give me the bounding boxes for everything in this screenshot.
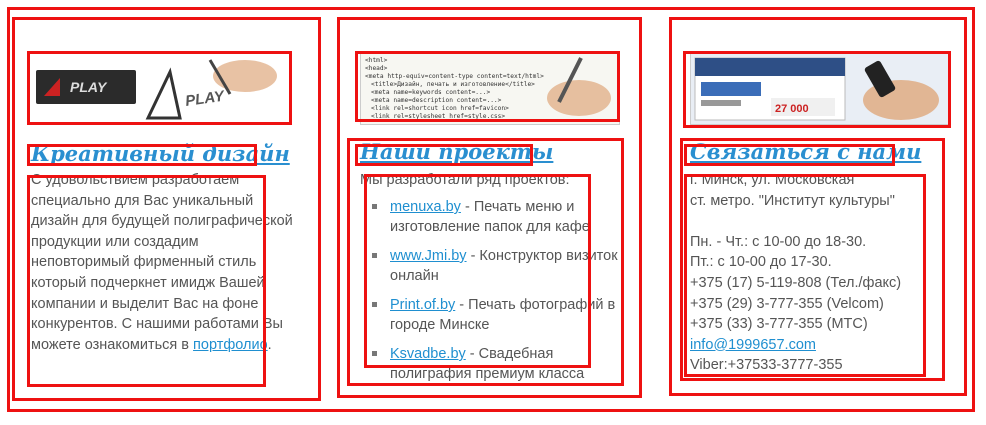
list-item: menuxa.by - Печать меню и изготовление п… — [370, 197, 626, 237]
design-paragraph-end: . — [267, 336, 272, 353]
address-line: г. Минск, ул. Московская — [690, 172, 855, 188]
projects-intro: Мы разработали ряд проектов: — [360, 172, 570, 188]
bullet-icon — [372, 204, 377, 209]
portfolio-link[interactable]: портфолио — [193, 337, 268, 353]
svg-text:<meta http-equiv=content-type: <meta http-equiv=content-type content=te… — [365, 73, 544, 80]
design-banner-image: PLAY PLAY — [29, 53, 291, 123]
contact-details: г. Минск, ул. Московская ст. метро. "Инс… — [690, 170, 950, 376]
svg-text:<meta name=keywords content=..: <meta name=keywords content=...> — [371, 89, 490, 96]
phone-website-illustration: 27 000 — [694, 57, 939, 121]
projects-banner-image: <html> <head> <meta http-equiv=content-t… — [360, 53, 620, 125]
project-link-menuxa[interactable]: menuxa.by — [390, 199, 461, 215]
banner-price-text: 27 000 — [775, 103, 809, 115]
svg-text:<link rel=shortcut icon href=f: <link rel=shortcut icon href=favicon> — [371, 105, 509, 112]
design-paragraph-text: С удовольствием разработаем специально д… — [31, 172, 293, 353]
phone-mts: +375 (33) 3-777-355 (МТС) — [690, 316, 868, 333]
svg-text:<head>: <head> — [365, 65, 388, 72]
phone-office: +375 (17) 5-119-808 (Тел./факс) — [690, 274, 902, 291]
svg-text:<html>: <html> — [365, 57, 388, 64]
code-pen-illustration: <html> <head> <meta http-equiv=content-t… — [365, 57, 611, 120]
bullet-icon — [372, 351, 377, 356]
bullet-icon — [372, 302, 377, 307]
banner-play-sketch-text: PLAY — [184, 87, 227, 110]
svg-text:<title>Дизайн, печать и изгото: <title>Дизайн, печать и изготовление</ti… — [371, 80, 535, 88]
project-link-printof[interactable]: Print.of.by — [390, 297, 455, 313]
pen-play-illustration: PLAY PLAY — [36, 59, 277, 120]
contact-banner-image: 27 000 — [690, 53, 950, 125]
svg-text:<meta name=description content: <meta name=description content=...> — [371, 97, 502, 104]
metro-line: ст. метро. "Институт культуры" — [690, 192, 895, 209]
projects-list: menuxa.by - Печать меню и изготовление п… — [370, 197, 626, 393]
hours-friday: Пт.: с 10-00 до 17-30. — [690, 254, 832, 271]
project-link-jmi[interactable]: www.Jmi.by — [390, 248, 467, 264]
svg-text:<link rel=stylesheet href=styl: <link rel=stylesheet href=style.css> — [371, 113, 505, 120]
list-item: Ksvadbe.by - Свадебная полиграфия премиу… — [370, 344, 626, 384]
email-link[interactable]: info@1999657.com — [690, 337, 816, 353]
project-link-ksvadbe[interactable]: Ksvadbe.by — [390, 346, 466, 362]
banner-play-text: PLAY — [70, 79, 108, 95]
bullet-icon — [372, 253, 377, 258]
banner-code-lines: <html> <head> <meta http-equiv=content-t… — [365, 57, 544, 120]
list-item: Print.of.by - Печать фотографий в городе… — [370, 295, 626, 335]
phone-velcom: +375 (29) 3-777-355 (Velcom) — [690, 295, 884, 312]
viber-line: Viber:+37533-3777-355 — [690, 357, 843, 374]
design-heading-link[interactable]: Креативный дизайн — [31, 142, 290, 166]
projects-heading-link[interactable]: Наши проекты — [360, 140, 553, 164]
hours-weekdays: Пн. - Чт.: с 10-00 до 18-30. — [690, 233, 867, 250]
design-paragraph: С удовольствием разработаем специально д… — [31, 170, 295, 355]
list-item: www.Jmi.by - Конструктор визиток онлайн — [370, 246, 626, 286]
contact-heading-link[interactable]: Связаться с нами — [690, 140, 921, 164]
